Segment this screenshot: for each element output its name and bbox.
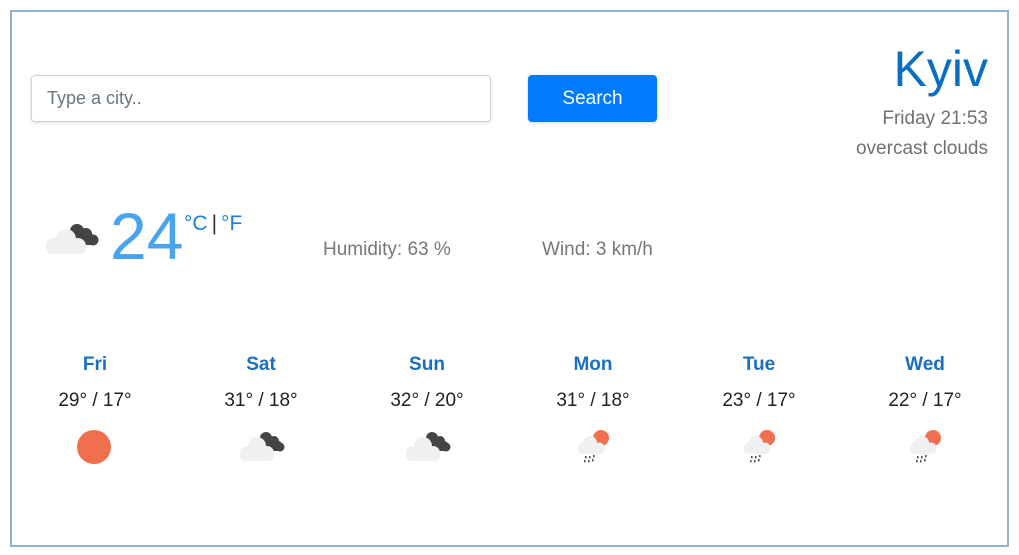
weather-description: overcast clouds: [855, 138, 988, 159]
unit-separator: |: [211, 212, 218, 235]
day-temperature: 31° / 18°: [224, 390, 298, 411]
forecast-day: Mon 31° / 18°: [510, 350, 676, 466]
celsius-link[interactable]: °C: [184, 212, 208, 235]
cloudy-dark-icon: [406, 432, 451, 461]
sun-rain-icon: [909, 430, 941, 463]
forecast-day: Sat 31° / 18°: [178, 350, 344, 466]
cloudy-dark-icon: [46, 224, 99, 254]
fahrenheit-link[interactable]: °F: [221, 212, 242, 235]
location-info: Kyiv Friday 21:53 overcast clouds: [856, 38, 988, 164]
day-name: Sun: [409, 354, 445, 375]
forecast-day: Tue 23° / 17°: [676, 350, 842, 466]
day-name: Wed: [905, 354, 945, 375]
sun-rain-icon: [577, 430, 609, 463]
forecast-day: Wed 22° / 17°: [842, 350, 1008, 466]
day-name: Fri: [82, 354, 108, 375]
day-temperature: 31° / 18°: [556, 390, 630, 411]
date-time: Friday 21:53: [882, 108, 988, 129]
search-button[interactable]: Search: [528, 75, 657, 122]
day-temperature: 32° / 20°: [390, 390, 464, 411]
day-name: Sat: [246, 354, 276, 375]
day-temperature: 23° / 17°: [722, 390, 796, 411]
forecast-day: Sun 32° / 20°: [344, 350, 510, 466]
day-temperature: 22° / 17°: [888, 390, 962, 411]
city-search-input[interactable]: [31, 75, 491, 122]
current-temperature: 24: [110, 199, 184, 273]
sun-icon: [77, 430, 111, 464]
forecast: Fri 29° / 17° Sat 31° / 18° Sun 32° / 20…: [12, 350, 1008, 466]
cloudy-dark-icon: [240, 432, 285, 461]
humidity: Humidity: 63 %: [323, 239, 451, 260]
unit-toggle: °C | °F: [184, 210, 242, 238]
city-name: Kyiv: [893, 41, 988, 97]
wind: Wind: 3 km/h: [542, 239, 653, 260]
day-name: Tue: [742, 354, 776, 375]
sun-rain-icon: [743, 430, 775, 463]
day-temperature: 29° / 17°: [58, 390, 132, 411]
forecast-day: Fri 29° / 17°: [12, 350, 178, 466]
day-name: Mon: [573, 354, 613, 375]
